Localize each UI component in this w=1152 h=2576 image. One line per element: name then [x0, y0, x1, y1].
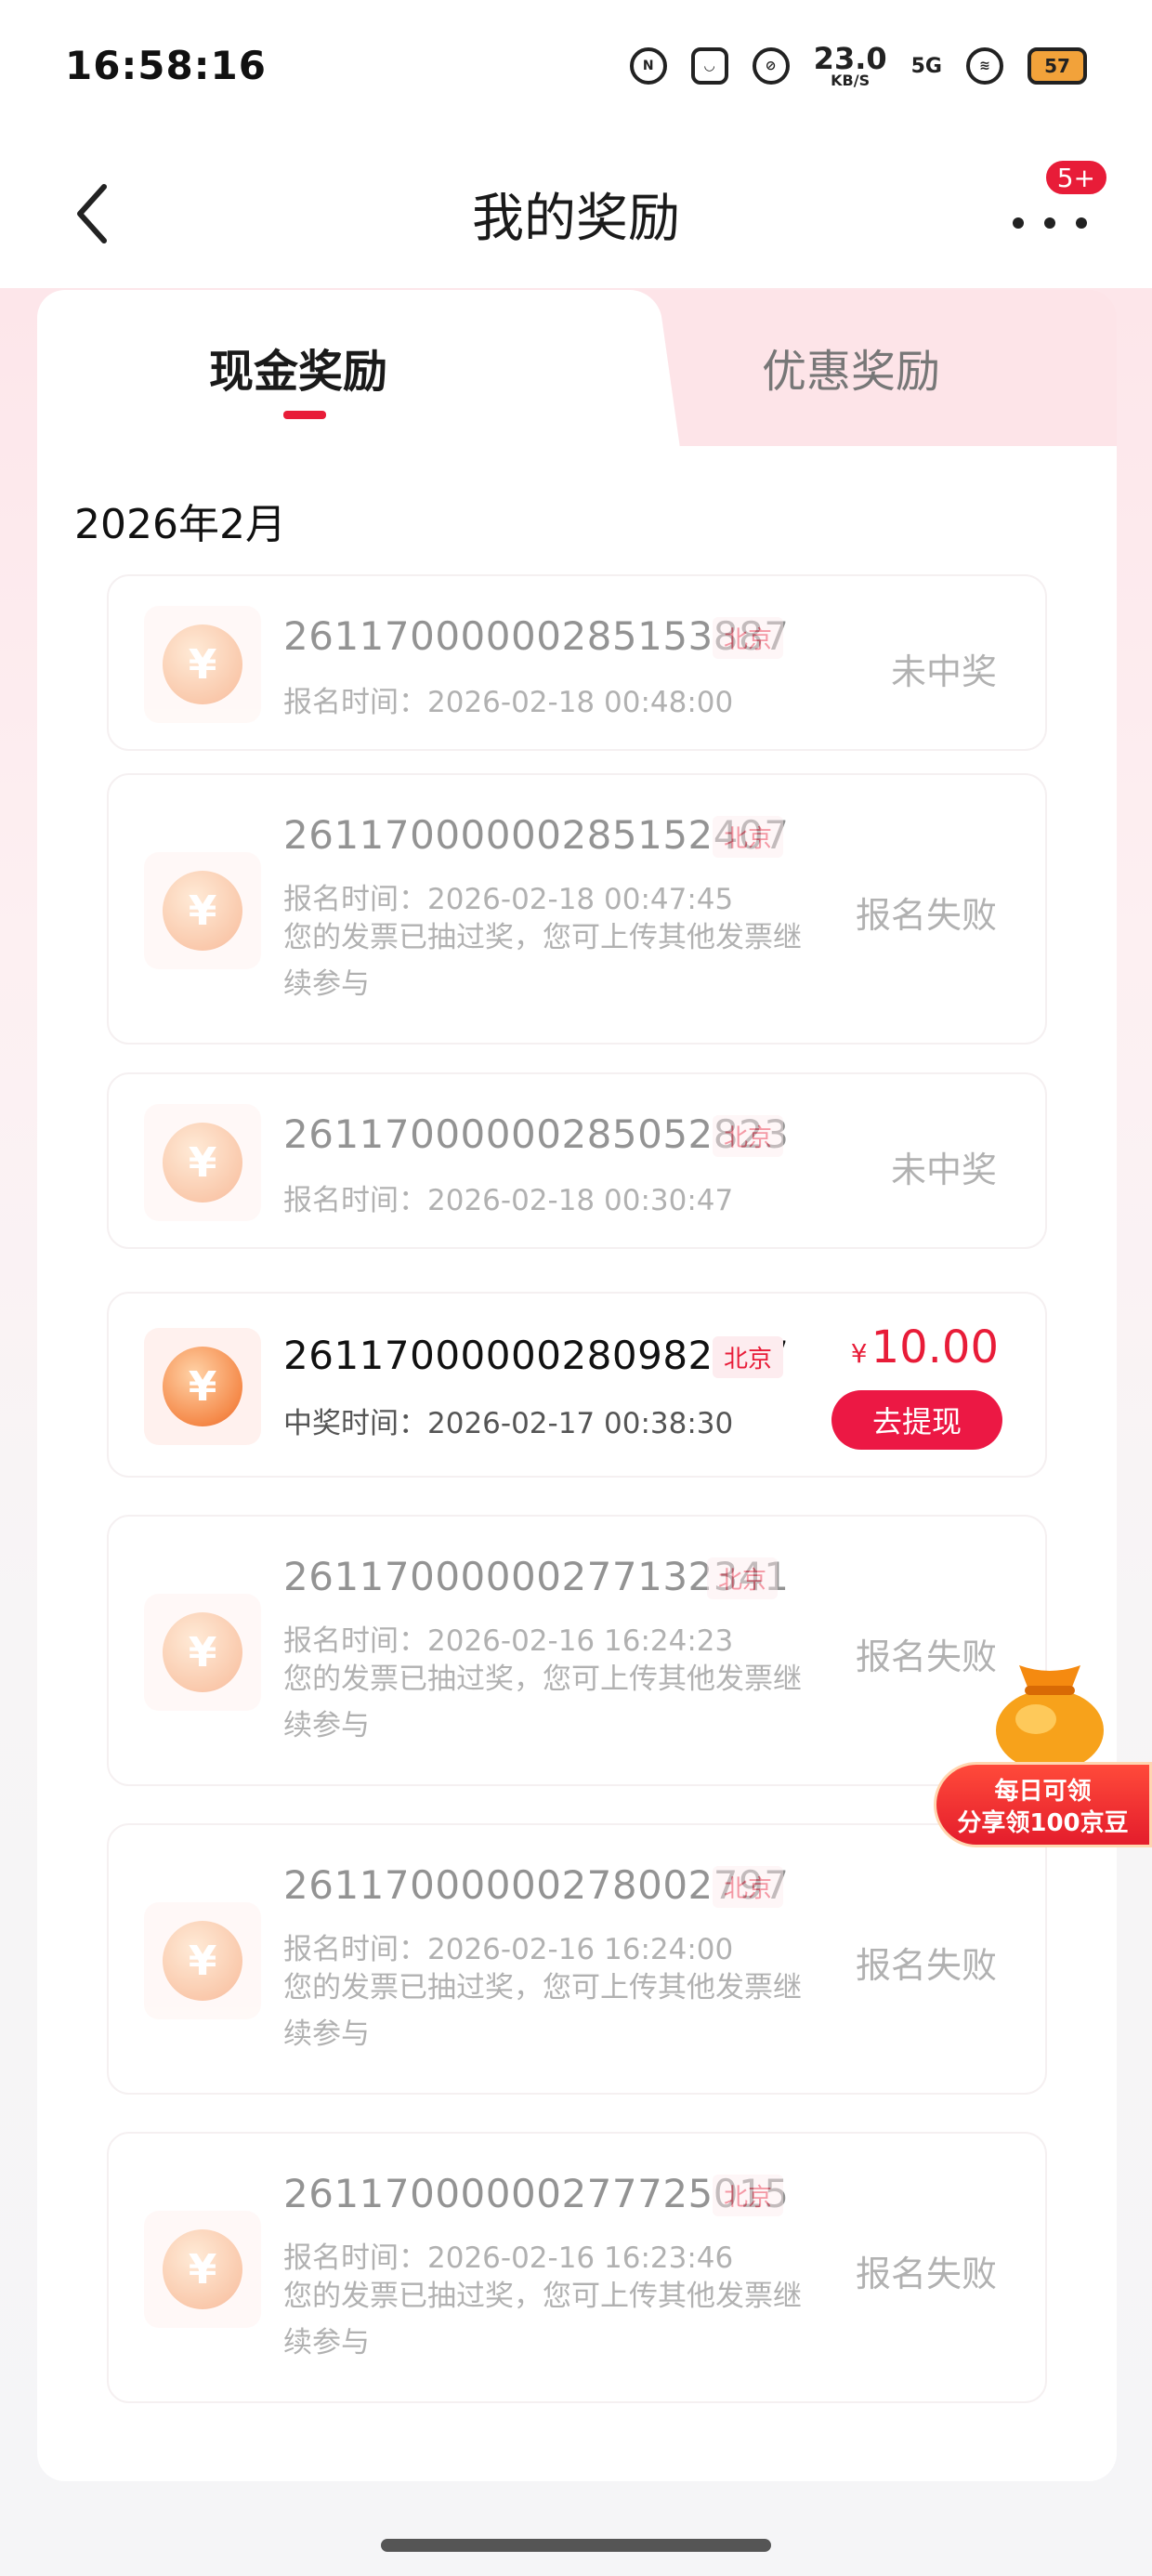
withdraw-button[interactable]: 去提现	[831, 1390, 1002, 1450]
city-tag: 北京	[713, 1115, 784, 1157]
record-time: 中奖时间：2026-02-17 00:38:30	[283, 1407, 734, 1440]
record-time: 报名时间：2026-02-16 16:24:23	[283, 1624, 734, 1658]
coin-icon: ¥	[163, 871, 242, 951]
list-item[interactable]: ¥ 26117000000285153887 北京 报名时间：2026-02-1…	[107, 574, 1047, 751]
record-time: 报名时间：2026-02-18 00:47:45	[283, 883, 734, 916]
daily-bonus-promo[interactable]: 每日可领 分享领100京豆	[934, 1652, 1152, 1847]
city-tag: 北京	[707, 1557, 779, 1599]
status-bar: 16:58:16 N ◡ ⊘ 23.0 KB/S 5G ≋ 57	[0, 0, 1152, 139]
promo-line-1: 每日可领	[994, 1778, 1092, 1806]
coin-icon: ¥	[163, 1123, 242, 1203]
money-bag-icon	[996, 1665, 1104, 1771]
record-time: 报名时间：2026-02-18 00:30:47	[283, 1184, 734, 1217]
coin-icon: ¥	[163, 2229, 242, 2309]
list-item[interactable]: ¥ 26117000000277132341 北京 报名时间：2026-02-1…	[107, 1515, 1047, 1786]
wifi-icon: ≋	[966, 47, 1003, 85]
tab-bar: 现金奖励 优惠奖励	[37, 290, 1117, 448]
signal-icon: 5G	[910, 54, 942, 78]
reward-amount: ¥10.00	[851, 1321, 999, 1373]
status-label: 报名失败	[855, 1945, 997, 1986]
list-item[interactable]: ¥ 26117000000280982977 北京 中奖时间：2026-02-1…	[107, 1292, 1047, 1478]
status-label: 未中奖	[890, 1150, 997, 1190]
more-dot-icon	[1076, 217, 1087, 229]
coin-icon: ¥	[163, 1921, 242, 2001]
network-speed-unit: KB/S	[831, 72, 871, 89]
coin-tile: ¥	[144, 852, 261, 969]
coin-tile: ¥	[144, 1104, 261, 1221]
month-label: 2026年2月	[74, 501, 286, 548]
app-icon: ◡	[690, 47, 728, 85]
list-item[interactable]: ¥ 26117000000278002797 北京 报名时间：2026-02-1…	[107, 1823, 1047, 2095]
more-badge: 5+	[1042, 158, 1109, 197]
currency-symbol: ¥	[850, 1338, 868, 1369]
list-item[interactable]: ¥ 26117000000285052823 北京 报名时间：2026-02-1…	[107, 1072, 1047, 1249]
city-tag: 北京	[713, 816, 784, 858]
mute-icon: ⊘	[752, 47, 790, 85]
status-label: 报名失败	[855, 895, 997, 936]
record-time: 报名时间：2026-02-16 16:24:00	[283, 1933, 734, 1966]
reward-list-card: 2026年2月 ¥ 26117000000285153887 北京 报名时间：2…	[37, 446, 1117, 2481]
coin-icon: ¥	[163, 1612, 242, 1692]
amount-value: 10.00	[871, 1321, 999, 1373]
home-indicator[interactable]	[381, 2539, 771, 2552]
record-note: 您的发票已抽过奖，您可上传其他发票继续参与	[283, 1663, 802, 1742]
city-tag: 北京	[713, 1866, 784, 1908]
city-tag: 北京	[713, 1336, 784, 1378]
record-note: 您的发票已抽过奖，您可上传其他发票继续参与	[283, 2280, 802, 2359]
status-icons: N ◡ ⊘ 23.0 KB/S 5G ≋ 57	[629, 43, 1087, 89]
list-item[interactable]: ¥ 26117000000277725015 北京 报名时间：2026-02-1…	[107, 2132, 1047, 2403]
coin-icon: ¥	[163, 624, 242, 704]
record-note: 您的发票已抽过奖，您可上传其他发票继续参与	[283, 921, 802, 1001]
more-dot-icon	[1044, 217, 1055, 229]
record-time: 报名时间：2026-02-16 16:23:46	[283, 2241, 734, 2275]
coin-tile: ¥	[144, 1328, 261, 1445]
nfc-icon: N	[629, 47, 667, 85]
coin-tile: ¥	[144, 2211, 261, 2328]
city-tag: 北京	[713, 2175, 784, 2216]
page-title: 我的奖励	[472, 189, 680, 249]
status-time: 16:58:16	[65, 43, 267, 88]
promo-line-2: 分享领100京豆	[957, 1809, 1129, 1837]
tab-active-indicator	[283, 411, 326, 419]
promo-label: 每日可领 分享领100京豆	[934, 1762, 1152, 1847]
coin-icon: ¥	[163, 1347, 242, 1426]
list-item[interactable]: ¥ 26117000000285152407 北京 报名时间：2026-02-1…	[107, 773, 1047, 1045]
header: 我的奖励	[0, 139, 1152, 288]
battery-icon: 57	[1028, 47, 1087, 85]
coin-tile: ¥	[144, 606, 261, 723]
city-tag: 北京	[713, 617, 784, 659]
network-speed: 23.0 KB/S	[814, 44, 887, 88]
tab-cash[interactable]: 现金奖励	[209, 335, 387, 400]
record-note: 您的发票已抽过奖，您可上传其他发票继续参与	[283, 1971, 802, 2051]
coin-tile: ¥	[144, 1902, 261, 2019]
coin-tile: ¥	[144, 1594, 261, 1711]
record-time: 报名时间：2026-02-18 00:48:00	[283, 686, 734, 719]
status-label: 未中奖	[890, 651, 997, 692]
status-label: 报名失败	[855, 2254, 997, 2294]
more-dot-icon	[1013, 217, 1024, 229]
tab-coupon[interactable]: 优惠奖励	[762, 335, 940, 400]
network-speed-value: 23.0	[813, 41, 887, 76]
